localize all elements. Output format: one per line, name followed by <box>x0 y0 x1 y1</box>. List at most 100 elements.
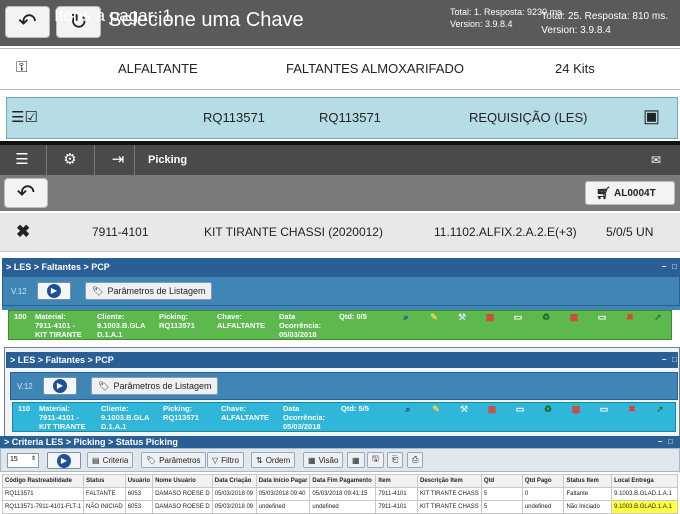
recycle-icon[interactable]: ♻ <box>541 312 551 322</box>
items-status-info: Total: 1. Resposta: 9230 ms. Version: 3.… <box>450 6 564 30</box>
col-header[interactable]: Item <box>375 474 419 488</box>
print-button[interactable]: ⎙ <box>407 452 424 468</box>
calendar-icon[interactable]: ▦ <box>487 404 497 414</box>
gear-icon[interactable]: ⚙ <box>60 150 80 170</box>
edit-icon[interactable]: ✎ <box>431 404 441 414</box>
material-name: KIT TIRANTE <box>39 422 86 431</box>
document-edit-icon[interactable]: ▭ <box>599 404 609 414</box>
page-size-value: 15 <box>10 456 18 463</box>
login-icon[interactable]: ⇥ <box>108 150 128 170</box>
document-edit-icon[interactable]: ▭ <box>597 312 607 322</box>
item-code: 7911-4101 <box>92 225 149 239</box>
col-header[interactable]: Usuário <box>124 474 154 488</box>
view-button[interactable]: ▦ Visão <box>303 452 344 468</box>
col-header[interactable]: Data Fim Pagamento <box>309 474 377 488</box>
item-location: 11.1102.ALFIX.2.A.2.E(+3) <box>434 225 577 239</box>
delete-icon[interactable]: ✖ <box>627 404 637 414</box>
back-button[interactable]: ↶ <box>4 178 48 208</box>
run-button[interactable]: ▶ <box>43 377 77 395</box>
col-header[interactable]: Status Item <box>563 474 613 488</box>
minimize-icon[interactable]: – <box>662 262 666 271</box>
item-row[interactable]: ✖ 7911-4101 KIT TIRANTE CHASSI (2020012)… <box>0 213 680 252</box>
key-row-requisition[interactable]: ☰☑ RQ113571 RQ113571 REQUISIÇÃO (LES) ▣ <box>6 97 678 139</box>
col-header[interactable]: Descrição Item <box>417 474 482 488</box>
recycle-icon[interactable]: ♻ <box>543 404 553 414</box>
col-header[interactable]: Nome Usuário <box>152 474 213 488</box>
picking-value: RQ113571 <box>159 321 195 330</box>
run-button[interactable]: ▶ <box>47 452 81 469</box>
table-cell: 0 <box>521 487 565 501</box>
table-cell: KIT TIRANTE CHASS <box>417 487 482 501</box>
list-params-button[interactable]: 🏷︎ Parâmetros de Listagem <box>85 282 213 300</box>
table-cell: 05/03/2018 09:40 <box>255 487 311 501</box>
panel-title-bar: > LES > Faltantes > PCP – □ <box>2 258 680 276</box>
table-cell: DAMASO ROESE D <box>152 487 213 501</box>
key-row-alfaltante[interactable]: ⚿ ALFALTANTE FALTANTES ALMOXARIFADO 24 K… <box>0 48 680 90</box>
search-icon[interactable]: ⌕ <box>401 312 411 322</box>
client-label: Cliente: <box>101 404 129 413</box>
grid-button[interactable]: ▦ <box>347 452 365 468</box>
calendar-alert-icon[interactable]: ▦ <box>571 404 581 414</box>
col-header[interactable]: Código Rastreabilidade <box>2 474 85 488</box>
picking-label: Picking: <box>163 404 193 413</box>
close-icon[interactable]: ✖ <box>16 222 30 242</box>
order-button[interactable]: ⇅ Ordem <box>251 452 296 468</box>
requisition-code: RQ113571 <box>203 110 265 125</box>
minimize-icon[interactable]: – <box>658 437 662 446</box>
maximize-icon[interactable]: □ <box>672 262 677 271</box>
maximize-icon[interactable]: □ <box>668 437 673 446</box>
menu-separator <box>46 145 47 175</box>
panel-toolbar: V.12 ▶ 🏷︎ Parâmetros de Listagem <box>2 276 680 306</box>
search-icon[interactable]: ⌕ <box>403 404 413 414</box>
calendar-alert-icon[interactable]: ▦ <box>569 312 579 322</box>
filter-button[interactable]: ▽ Filtro <box>207 452 244 468</box>
document-icon[interactable]: ▭ <box>515 404 525 414</box>
menu-picking-label: Picking <box>148 154 188 166</box>
save-button[interactable]: 🖫︎ <box>367 452 384 468</box>
delete-icon[interactable]: ✖ <box>625 312 635 322</box>
criteria-icon: ▤ <box>92 455 100 465</box>
picking-row[interactable]: 100 Material: 7911-4101 - KIT TIRANTE Cl… <box>8 310 672 340</box>
picking-label: Picking: <box>159 312 189 321</box>
wrench-icon[interactable]: ⚒ <box>457 312 467 322</box>
col-header[interactable]: Data Início Pagar <box>255 474 311 488</box>
table-cell: 9.1003.B.GLAD.1.A.1 <box>611 487 678 501</box>
cart-code: AL0004T <box>614 188 656 199</box>
breadcrumb: > LES > Faltantes > PCP <box>10 355 114 365</box>
export-button[interactable]: ⎗ <box>387 452 404 468</box>
minimize-icon[interactable]: – <box>662 355 666 364</box>
export-icon[interactable]: ➚ <box>655 404 665 414</box>
filter-icon: ▽ <box>212 455 219 465</box>
wrench-icon[interactable]: ⚒ <box>459 404 469 414</box>
table-cell: 5 <box>480 487 523 501</box>
list-params-button[interactable]: 🏷︎ Parâmetros de Listagem <box>91 377 219 395</box>
back-button[interactable]: ↶ <box>5 6 50 38</box>
maximize-icon[interactable]: □ <box>672 355 677 364</box>
col-header[interactable]: Local Entrega <box>611 474 678 488</box>
cart-button[interactable]: 🛒︎ AL0004T <box>585 181 675 205</box>
export-icon[interactable]: ➚ <box>653 312 663 322</box>
inbox-icon[interactable]: ✉ <box>646 150 666 170</box>
items-header <box>0 175 680 211</box>
page-size-select[interactable]: 15 ⇕ <box>7 453 39 468</box>
picking-row[interactable]: 110 Material: 7911-4101 - KIT TIRANTE Cl… <box>12 402 676 432</box>
calendar-icon[interactable]: ▦ <box>485 312 495 322</box>
play-icon: ▶ <box>47 284 61 298</box>
col-header[interactable]: Status <box>83 474 126 488</box>
params-button[interactable]: 🏷︎ Parâmetros <box>141 452 206 468</box>
col-header[interactable]: Data Criação <box>211 474 257 488</box>
col-header[interactable]: Qtd <box>480 474 523 488</box>
col-header[interactable]: Qtd Pago <box>521 474 565 488</box>
table-row[interactable]: RQ113571 FALTANTE 6053 DAMASO ROESE D 05… <box>2 487 678 501</box>
criteria-button[interactable]: ▤ Criteria <box>87 452 134 468</box>
table-header-row: Código Rastreabilidade Status Usuário No… <box>2 474 678 488</box>
table-cell: 05/03/2018 09:41:15 <box>309 487 377 501</box>
picking-value: RQ113571 <box>163 413 199 422</box>
edit-icon[interactable]: ✎ <box>429 312 439 322</box>
row-number: 110 <box>18 404 31 413</box>
run-button[interactable]: ▶ <box>37 282 71 300</box>
panel-toolbar: V.12 ▶ 🏷︎ Parâmetros de Listagem <box>10 372 678 400</box>
version-label: V.12 <box>17 382 33 391</box>
menu-icon[interactable]: ☰ <box>12 150 32 170</box>
document-icon[interactable]: ▭ <box>513 312 523 322</box>
